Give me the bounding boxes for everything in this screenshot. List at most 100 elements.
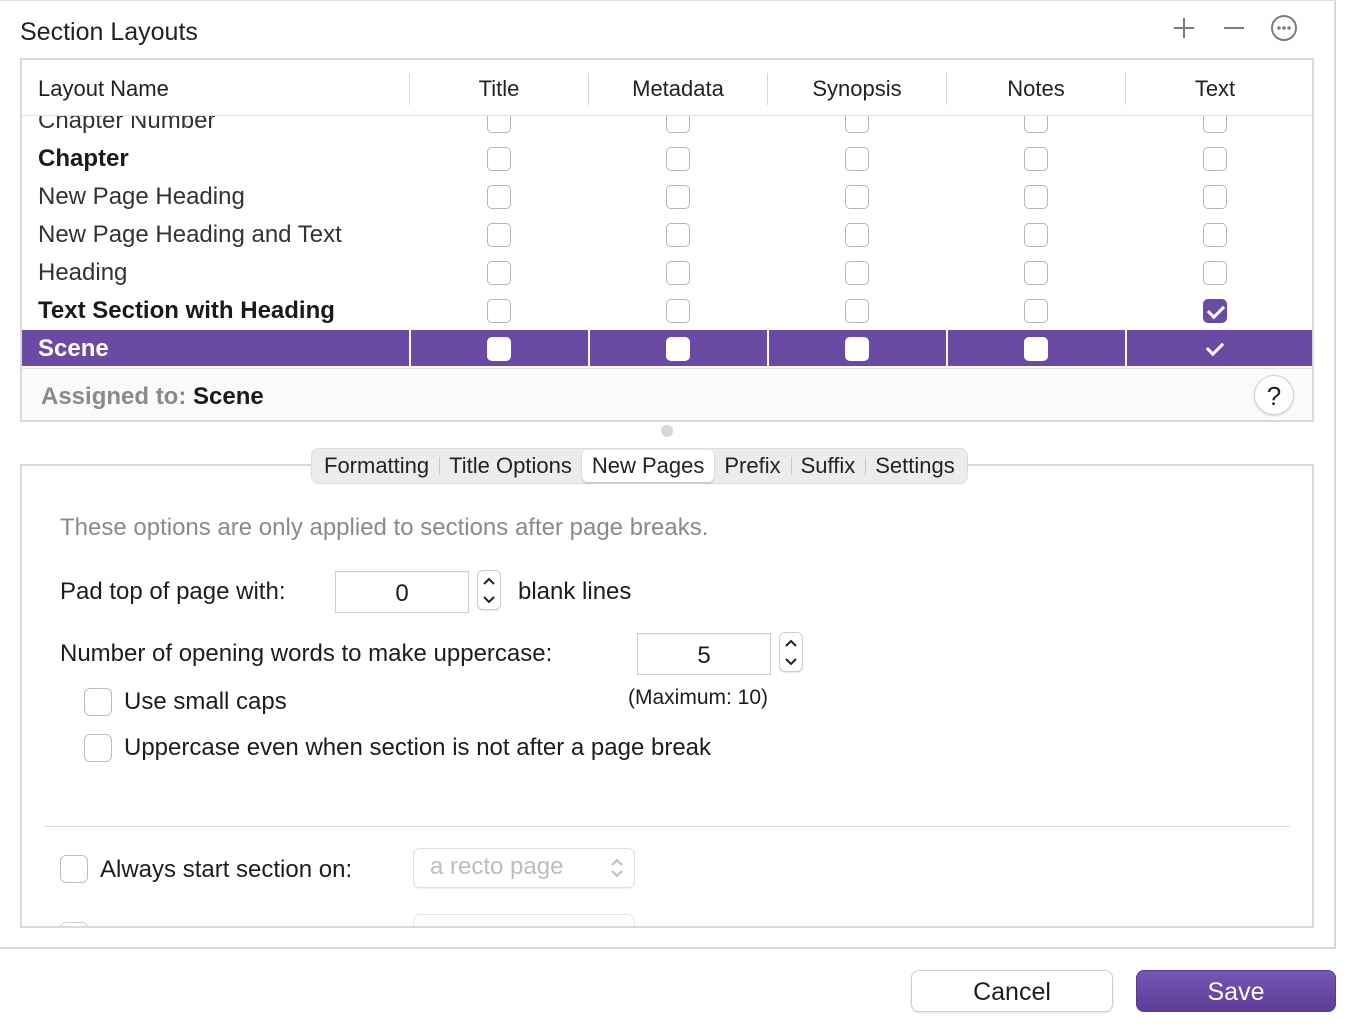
row-checkbox-text[interactable]	[1203, 116, 1227, 133]
row-checkbox-notes[interactable]	[1024, 116, 1048, 133]
tab-suffix[interactable]: Suffix	[790, 450, 866, 482]
row-checkbox-metadata[interactable]	[666, 223, 690, 247]
row-checkbox-notes[interactable]	[1024, 261, 1048, 285]
column-separator	[946, 330, 948, 366]
row-checkbox-synopsis[interactable]	[845, 147, 869, 171]
column-separator	[1125, 330, 1127, 366]
ellipsis-circle-icon[interactable]	[1270, 14, 1298, 42]
column-header-metadata[interactable]: Metadata	[589, 60, 767, 116]
table-row[interactable]: Scene	[22, 330, 1312, 366]
always-start-label[interactable]: Always start section on:	[100, 856, 352, 884]
table-header: Layout Name Title Metadata Synopsis Note…	[22, 60, 1312, 116]
section-divider	[44, 826, 1290, 827]
row-checkbox-title[interactable]	[487, 185, 511, 209]
tab-settings[interactable]: Settings	[865, 450, 965, 482]
table-row[interactable]: New Page Heading and Text	[22, 216, 1312, 254]
column-header-synopsis[interactable]: Synopsis	[768, 60, 946, 116]
row-checkbox-synopsis[interactable]	[845, 261, 869, 285]
new-pages-info-text: These options are only applied to sectio…	[60, 514, 709, 541]
assigned-value: Scene	[193, 383, 264, 410]
row-checkbox-text[interactable]	[1203, 185, 1227, 209]
up-down-chevron-icon	[610, 857, 624, 884]
table-row[interactable]: Chapter Number	[22, 116, 1312, 140]
split-view-handle[interactable]	[661, 425, 673, 437]
section-layouts-table: Layout Name Title Metadata Synopsis Note…	[20, 58, 1314, 422]
always-start-checkbox[interactable]	[60, 855, 88, 883]
row-checkbox-metadata[interactable]	[666, 337, 690, 361]
layout-name-cell: Text Section with Heading	[38, 297, 335, 324]
row-checkbox-text[interactable]	[1203, 261, 1227, 285]
minus-icon[interactable]	[1220, 14, 1248, 42]
column-header-notes[interactable]: Notes	[947, 60, 1125, 116]
assigned-label-text: Assigned to:	[41, 383, 187, 410]
column-separator	[588, 330, 590, 366]
table-row[interactable]: Chapter	[22, 140, 1312, 178]
row-checkbox-metadata[interactable]	[666, 147, 690, 171]
row-checkbox-text[interactable]	[1203, 299, 1227, 323]
stepper-up-icon[interactable]	[780, 633, 802, 652]
row-checkbox-notes[interactable]	[1024, 337, 1048, 361]
row-checkbox-metadata[interactable]	[666, 185, 690, 209]
layout-name-cell: Scene	[38, 335, 109, 362]
panel-title: Section Layouts	[20, 18, 198, 46]
uppercase-always-label[interactable]: Uppercase even when section is not after…	[124, 734, 711, 762]
stepper-down-icon[interactable]	[780, 652, 802, 671]
table-body: Chapter Number Chapter New Page Heading New…	[22, 116, 1312, 366]
tab-new-pages[interactable]: New Pages	[581, 450, 715, 482]
table-row[interactable]: New Page Heading	[22, 178, 1312, 216]
pad-top-stepper[interactable]	[477, 570, 501, 610]
row-checkbox-title[interactable]	[487, 337, 511, 361]
row-checkbox-notes[interactable]	[1024, 147, 1048, 171]
row-checkbox-text[interactable]	[1203, 223, 1227, 247]
tab-title-options[interactable]: Title Options	[439, 450, 582, 482]
small-caps-label[interactable]: Use small caps	[124, 688, 287, 716]
column-header-layout-name[interactable]: Layout Name	[38, 60, 169, 116]
options-tab-bar: Formatting Title Options New Pages Prefix Su…	[311, 448, 968, 484]
row-checkbox-synopsis[interactable]	[845, 223, 869, 247]
column-header-text[interactable]: Text	[1126, 60, 1304, 116]
column-header-title[interactable]: Title	[410, 60, 588, 116]
row-checkbox-notes[interactable]	[1024, 299, 1048, 323]
cancel-button[interactable]: Cancel	[911, 970, 1113, 1012]
row-checkbox-title[interactable]	[487, 116, 511, 133]
row-checkbox-synopsis[interactable]	[845, 337, 869, 361]
row-checkbox-notes[interactable]	[1024, 223, 1048, 247]
pad-top-field[interactable]: 0	[335, 571, 469, 613]
row-checkbox-metadata[interactable]	[666, 299, 690, 323]
small-caps-checkbox[interactable]	[84, 688, 112, 716]
layout-name-cell: Chapter	[38, 145, 129, 172]
row-checkbox-title[interactable]	[487, 147, 511, 171]
clipped-popup[interactable]	[413, 914, 635, 926]
column-separator	[409, 330, 411, 366]
save-button[interactable]: Save	[1136, 970, 1336, 1012]
row-checkbox-text[interactable]	[1203, 147, 1227, 171]
stepper-up-icon[interactable]	[478, 571, 500, 590]
row-checkbox-metadata[interactable]	[666, 116, 690, 133]
row-checkbox-metadata[interactable]	[666, 261, 690, 285]
tab-formatting[interactable]: Formatting	[314, 450, 439, 482]
row-checkbox-title[interactable]	[487, 261, 511, 285]
plus-icon[interactable]	[1170, 14, 1198, 42]
row-checkbox-title[interactable]	[487, 223, 511, 247]
uppercase-always-checkbox[interactable]	[84, 734, 112, 762]
pad-top-suffix: blank lines	[518, 578, 632, 605]
uppercase-words-stepper[interactable]	[779, 632, 803, 672]
table-row[interactable]: Heading	[22, 254, 1312, 292]
help-button[interactable]: ?	[1254, 375, 1294, 415]
row-checkbox-synopsis[interactable]	[845, 299, 869, 323]
stepper-down-icon[interactable]	[478, 590, 500, 609]
pad-top-label: Pad top of page with:	[60, 578, 286, 605]
assigned-label: Assigned to: Scene	[41, 383, 264, 411]
table-row[interactable]: Text Section with Heading	[22, 292, 1312, 330]
always-start-popup-value: a recto page	[430, 853, 564, 880]
clipped-checkbox[interactable]	[60, 922, 88, 926]
tab-prefix[interactable]: Prefix	[714, 450, 790, 482]
row-checkbox-synopsis[interactable]	[845, 116, 869, 133]
row-checkbox-title[interactable]	[487, 299, 511, 323]
row-checkbox-synopsis[interactable]	[845, 185, 869, 209]
row-checkbox-text[interactable]	[1203, 337, 1227, 361]
uppercase-words-field[interactable]: 5	[637, 633, 771, 675]
row-checkbox-notes[interactable]	[1024, 185, 1048, 209]
column-separator	[767, 330, 769, 366]
always-start-popup[interactable]: a recto page	[413, 848, 635, 888]
